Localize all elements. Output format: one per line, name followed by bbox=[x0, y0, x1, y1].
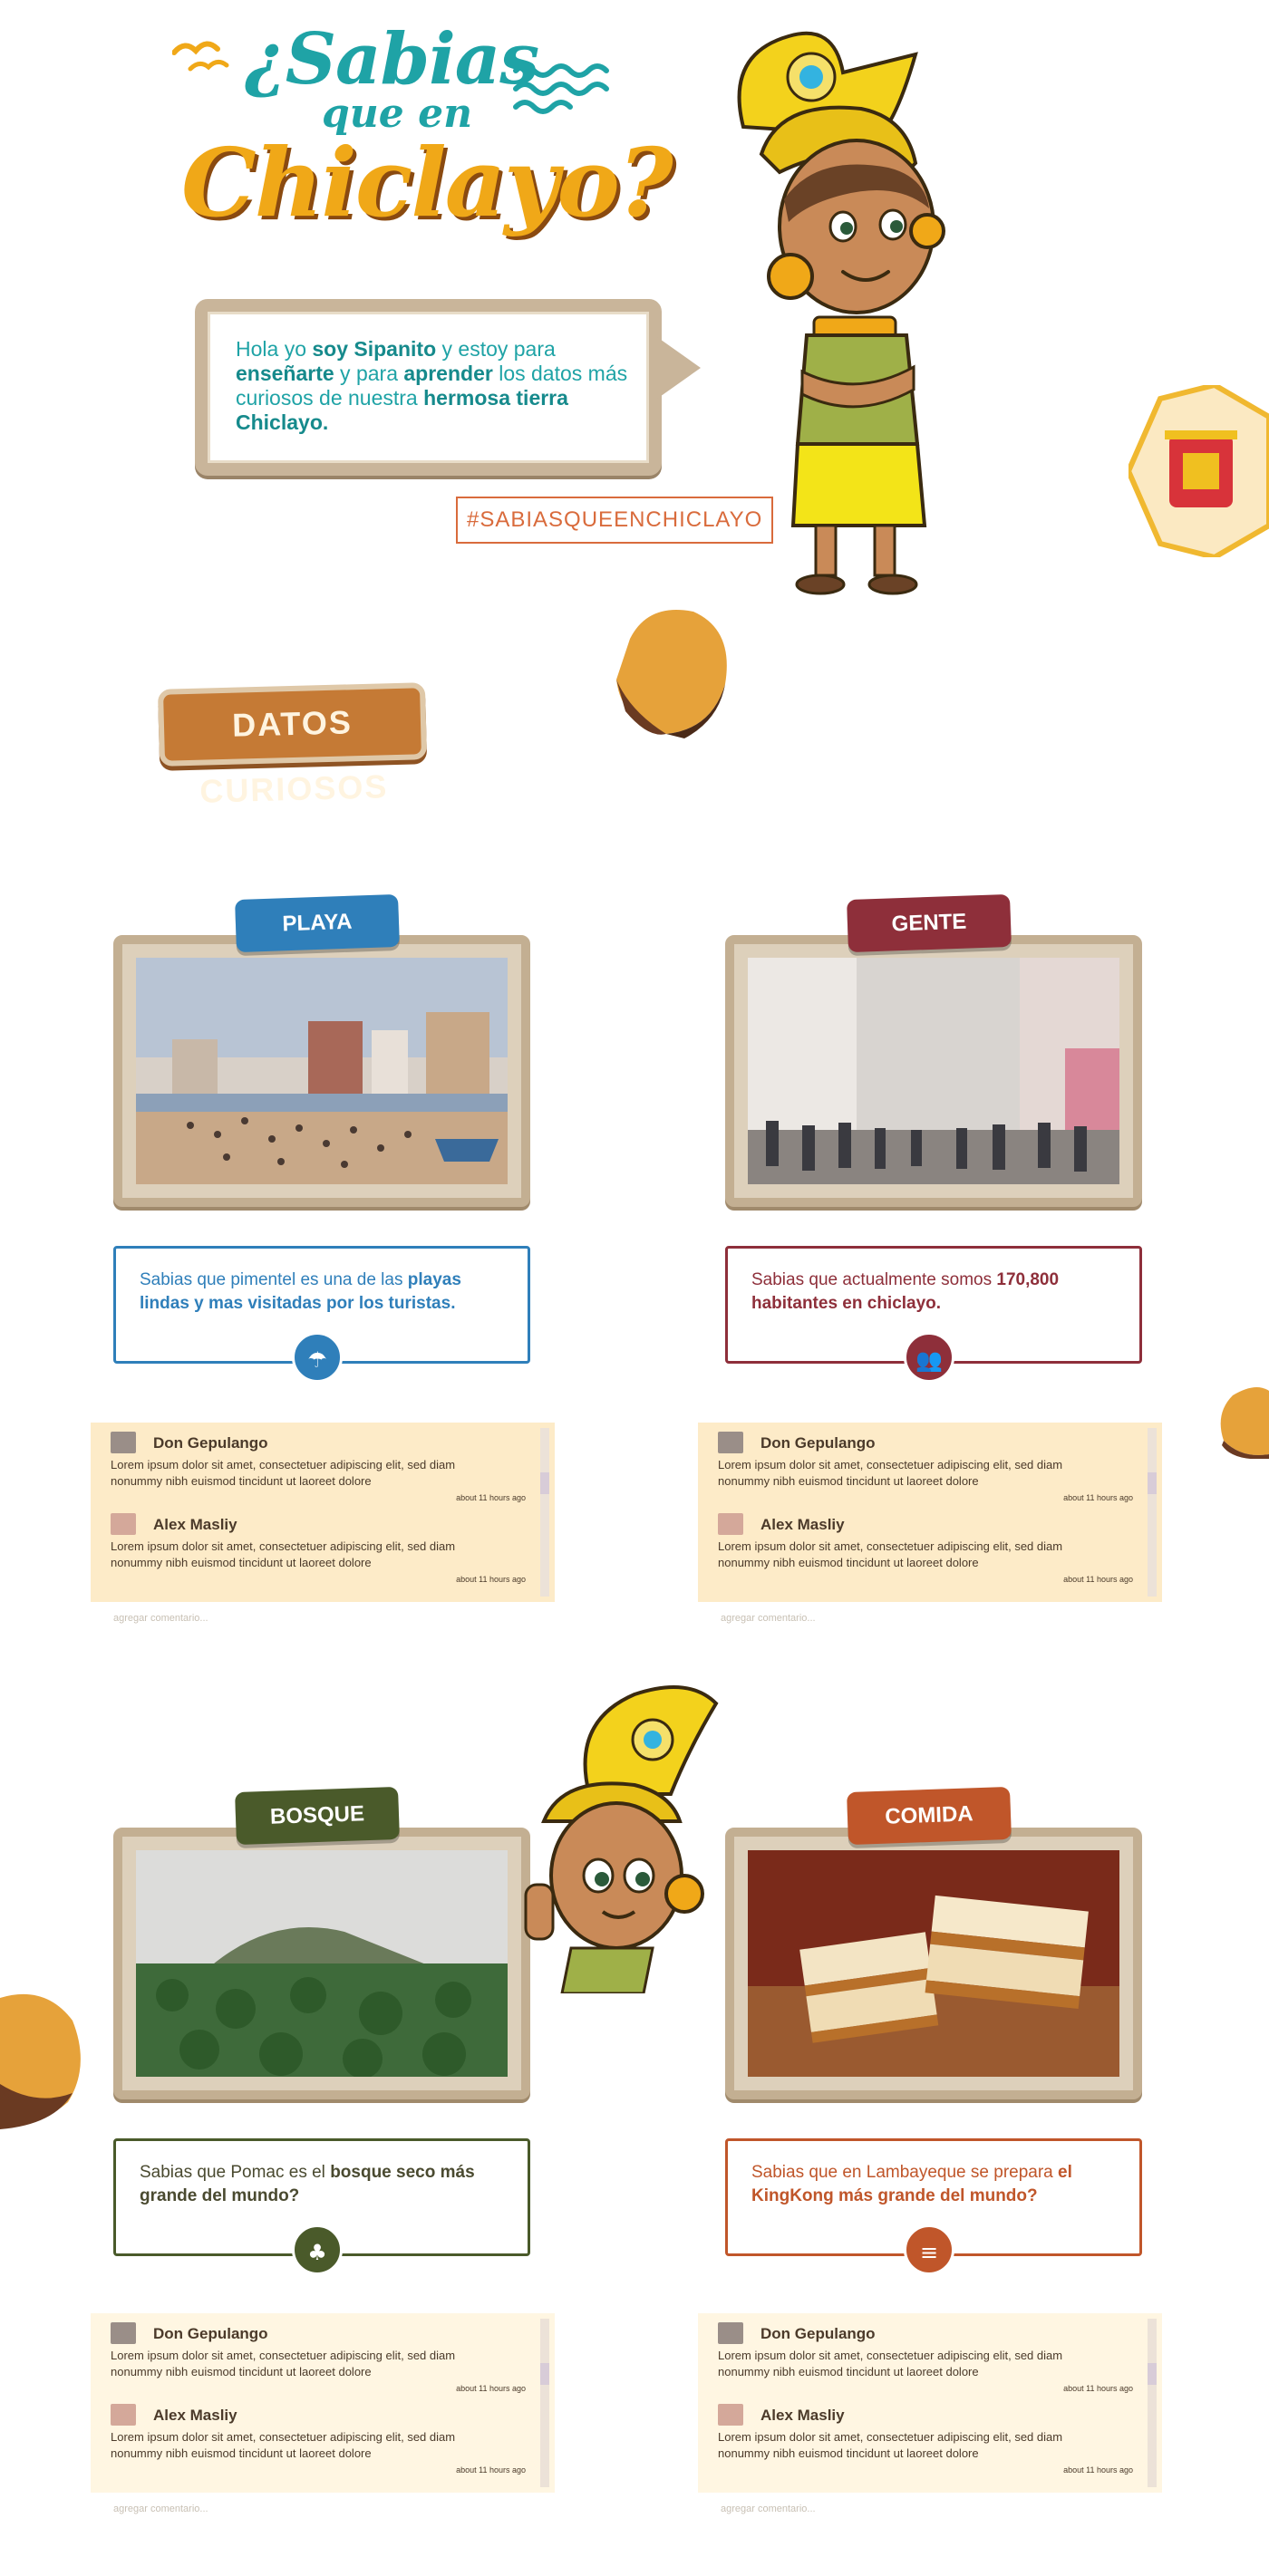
sipanito-peeking bbox=[524, 1685, 719, 1993]
comment-text: Lorem ipsum dolor sit amet, consectetuer… bbox=[718, 2430, 1063, 2460]
comment: Don Gepulango Lorem ipsum dolor sit amet… bbox=[718, 1432, 1135, 1513]
add-comment-input[interactable]: agregar comentario... bbox=[113, 1613, 208, 1624]
people-icon: 👥 bbox=[904, 1332, 954, 1383]
scrollbar-thumb[interactable] bbox=[540, 1472, 549, 1494]
comment-text: Lorem ipsum dolor sit amet, consectetuer… bbox=[111, 1539, 456, 1569]
municipal-badge bbox=[1129, 385, 1269, 557]
comment: Alex Masliy Lorem ipsum dolor sit amet, … bbox=[111, 1513, 528, 1595]
comment-time: about 11 hours ago bbox=[1063, 1575, 1133, 1584]
tag-comida: COMIDA bbox=[847, 1786, 1012, 1846]
avatar bbox=[111, 1432, 136, 1453]
comments-panel[interactable]: Don Gepulango Lorem ipsum dolor sit amet… bbox=[91, 1423, 555, 1602]
comments-panel[interactable]: Don Gepulango Lorem ipsum dolor sit amet… bbox=[91, 2313, 555, 2493]
food-photo bbox=[748, 1850, 1119, 2077]
scrollbar-thumb[interactable] bbox=[1148, 2363, 1157, 2385]
avatar bbox=[111, 2322, 136, 2344]
intro-segment: enseñarte bbox=[236, 362, 334, 385]
comment-text: Lorem ipsum dolor sit amet, consectetuer… bbox=[718, 1458, 1063, 1488]
add-comment-input[interactable]: agregar comentario... bbox=[721, 2504, 816, 2514]
fact-segment: Sabias que actualmente somos bbox=[751, 1270, 997, 1289]
scrollbar-thumb[interactable] bbox=[540, 2363, 549, 2385]
fact-segment: Sabias que en Lambayeque se prepara bbox=[751, 2163, 1059, 2182]
comment-time: about 11 hours ago bbox=[1063, 1493, 1133, 1502]
avatar bbox=[718, 2404, 743, 2426]
intro-segment: y estoy para bbox=[436, 337, 556, 361]
comment-author: Alex Masliy bbox=[153, 1516, 237, 1533]
intro-segment: aprender bbox=[403, 362, 493, 385]
comment-time: about 11 hours ago bbox=[456, 2465, 526, 2475]
rock-decoration bbox=[616, 610, 727, 738]
avatar bbox=[111, 1513, 136, 1535]
comment-text: Lorem ipsum dolor sit amet, consectetuer… bbox=[718, 2349, 1063, 2378]
rock-decoration bbox=[0, 1993, 81, 2129]
forest-photo bbox=[136, 1850, 508, 2077]
comment-time: about 11 hours ago bbox=[456, 2384, 526, 2393]
comment-author: Don Gepulango bbox=[760, 1434, 876, 1452]
comment: Alex Masliy Lorem ipsum dolor sit amet, … bbox=[718, 2404, 1135, 2485]
comment: Don Gepulango Lorem ipsum dolor sit amet… bbox=[111, 2322, 528, 2404]
intro-segment: y para bbox=[334, 362, 404, 385]
tag-gente: GENTE bbox=[847, 893, 1012, 953]
speech-bubble-tail bbox=[657, 337, 701, 399]
comments-panel[interactable]: Don Gepulango Lorem ipsum dolor sit amet… bbox=[698, 2313, 1162, 2493]
sipanito-mascot bbox=[737, 31, 945, 595]
comment: Alex Masliy Lorem ipsum dolor sit amet, … bbox=[111, 2404, 528, 2485]
comments-panel[interactable]: Don Gepulango Lorem ipsum dolor sit amet… bbox=[698, 1423, 1162, 1602]
avatar bbox=[111, 2404, 136, 2426]
avatar bbox=[718, 1513, 743, 1535]
scrollbar-thumb[interactable] bbox=[1148, 1472, 1157, 1494]
comment-author: Alex Masliy bbox=[760, 2407, 845, 2424]
comment: Don Gepulango Lorem ipsum dolor sit amet… bbox=[718, 2322, 1135, 2404]
comment-time: about 11 hours ago bbox=[1063, 2465, 1133, 2475]
comment: Alex Masliy Lorem ipsum dolor sit amet, … bbox=[718, 1513, 1135, 1595]
intro-text: Hola yo soy Sipanito y estoy para enseña… bbox=[236, 337, 634, 435]
avatar bbox=[718, 1432, 743, 1453]
add-comment-input[interactable]: agregar comentario... bbox=[721, 1613, 816, 1624]
beach-photo bbox=[136, 958, 508, 1184]
tag-playa: PLAYA bbox=[235, 893, 400, 953]
comment-author: Don Gepulango bbox=[760, 2325, 876, 2342]
fact-segment: Sabias que Pomac es el bbox=[140, 2163, 331, 2182]
comment-time: about 11 hours ago bbox=[456, 1493, 526, 1502]
intro-segment: Hola yo bbox=[236, 337, 313, 361]
page-title-line-3: Chiclayo? bbox=[181, 127, 673, 238]
scrollbar[interactable] bbox=[1148, 1428, 1157, 1597]
comment-author: Don Gepulango bbox=[153, 2325, 268, 2342]
comment-time: about 11 hours ago bbox=[1063, 2384, 1133, 2393]
scrollbar[interactable] bbox=[1148, 2319, 1157, 2487]
comment-text: Lorem ipsum dolor sit amet, consectetuer… bbox=[111, 2430, 456, 2460]
rock-decoration bbox=[1220, 1387, 1269, 1459]
comment-author: Alex Masliy bbox=[153, 2407, 237, 2424]
comment-time: about 11 hours ago bbox=[456, 1575, 526, 1584]
comment-author: Don Gepulango bbox=[153, 1434, 268, 1452]
scrollbar[interactable] bbox=[540, 1428, 549, 1597]
page-title-line-1: ¿Sabias bbox=[245, 18, 539, 101]
waves-icon bbox=[512, 58, 612, 125]
intro-segment: soy Sipanito bbox=[312, 337, 437, 361]
datos-curiosos-button[interactable]: DATOS CURIOSOS bbox=[157, 682, 428, 810]
comment-text: Lorem ipsum dolor sit amet, consectetuer… bbox=[111, 1458, 456, 1488]
street-photo bbox=[748, 958, 1119, 1184]
fact-segment: Sabias que pimentel es una de las bbox=[140, 1270, 408, 1289]
tag-bosque: BOSQUE bbox=[235, 1786, 400, 1846]
food-icon: ≡ bbox=[904, 2224, 954, 2275]
comment: Don Gepulango Lorem ipsum dolor sit amet… bbox=[111, 1432, 528, 1513]
comment-text: Lorem ipsum dolor sit amet, consectetuer… bbox=[111, 2349, 456, 2378]
beach-umbrella-icon: ☂ bbox=[292, 1332, 343, 1383]
avatar bbox=[718, 2322, 743, 2344]
birds-icon bbox=[171, 33, 245, 82]
comment-text: Lorem ipsum dolor sit amet, consectetuer… bbox=[718, 1539, 1063, 1569]
tree-icon: ♣ bbox=[292, 2224, 343, 2275]
scrollbar[interactable] bbox=[540, 2319, 549, 2487]
comment-author: Alex Masliy bbox=[760, 1516, 845, 1533]
add-comment-input[interactable]: agregar comentario... bbox=[113, 2504, 208, 2514]
